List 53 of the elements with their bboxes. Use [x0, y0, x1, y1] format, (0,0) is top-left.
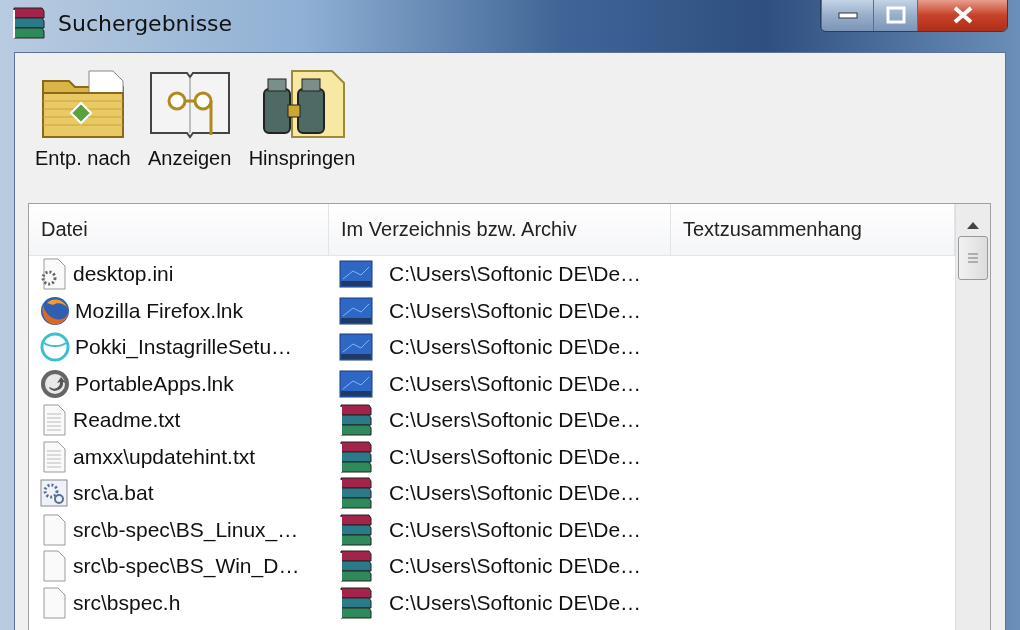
file-name: PortableApps.lnk — [75, 371, 234, 396]
folder-path: C:\Users\Softonic DE\De… — [389, 371, 642, 396]
file-name: desktop.ini — [73, 262, 174, 287]
disc-icon — [39, 367, 71, 400]
archive-books-icon — [12, 6, 46, 40]
column-header[interactable]: Datei — [29, 204, 329, 256]
minimize-button[interactable] — [821, 0, 873, 31]
folder-path: C:\Users\Softonic DE\De… — [389, 335, 642, 360]
folder-path: C:\Users\Softonic DE\De… — [389, 262, 642, 287]
file-name: src\b-spec\BS_Linux_… — [73, 517, 299, 542]
file-name: Pokki_InstagrilleSetu… — [75, 335, 293, 360]
maximize-icon — [885, 6, 906, 24]
desktop-icon — [339, 295, 373, 326]
archive-books-icon — [339, 476, 373, 511]
file-name: Readme.txt — [73, 408, 181, 433]
folder-path: C:\Users\Softonic DE\De… — [389, 517, 642, 542]
ring-icon — [39, 331, 71, 364]
minimize-icon — [837, 11, 858, 19]
desktop-icon — [339, 368, 373, 399]
toolbar-button[interactable]: Entp. nach — [33, 67, 133, 193]
grip-icon — [967, 253, 979, 263]
archive-books-icon — [339, 585, 373, 620]
close-icon — [951, 5, 974, 25]
folder-path: C:\Users\Softonic DE\De… — [389, 444, 642, 469]
archive-books-icon — [339, 512, 373, 547]
file-name: src\b-spec\BS_Win_D… — [73, 554, 300, 579]
maximize-button[interactable] — [873, 0, 917, 31]
folder-path: C:\Users\Softonic DE\De… — [389, 481, 642, 506]
toolbar-button[interactable]: Hinspringen — [246, 67, 358, 193]
toolbar-button[interactable]: Anzeigen — [144, 67, 235, 193]
archive-books-icon — [339, 403, 373, 438]
scrollbar[interactable] — [955, 204, 990, 630]
file-name: amxx\updatehint.txt — [73, 444, 256, 469]
close-button[interactable] — [917, 0, 1007, 31]
settings-file-icon — [39, 258, 69, 291]
browser-globe-icon — [39, 294, 71, 327]
file-name: Mozilla Firefox.lnk — [75, 298, 244, 323]
file-name: src\a.bat — [73, 481, 154, 506]
file-name: src\bspec.h — [73, 590, 181, 615]
gear-window-icon — [39, 477, 69, 510]
desktop-icon — [339, 259, 373, 290]
scroll-up-icon — [966, 220, 980, 230]
window-title: Suchergebnisse — [58, 10, 233, 36]
folder-path: C:\Users\Softonic DE\De… — [389, 408, 642, 433]
folder-path: C:\Users\Softonic DE\De… — [389, 298, 642, 323]
archive-books-icon — [339, 439, 373, 474]
folder-path: C:\Users\Softonic DE\De… — [389, 590, 642, 615]
archive-books-icon — [339, 549, 373, 584]
column-header[interactable]: Im Verzeichnis bzw. Archiv — [329, 204, 671, 256]
desktop-icon — [339, 332, 373, 363]
column-header[interactable]: Textzusammenhang — [671, 204, 955, 256]
scroll-thumb[interactable] — [958, 236, 988, 280]
folder-path: C:\Users\Softonic DE\De… — [389, 554, 642, 579]
